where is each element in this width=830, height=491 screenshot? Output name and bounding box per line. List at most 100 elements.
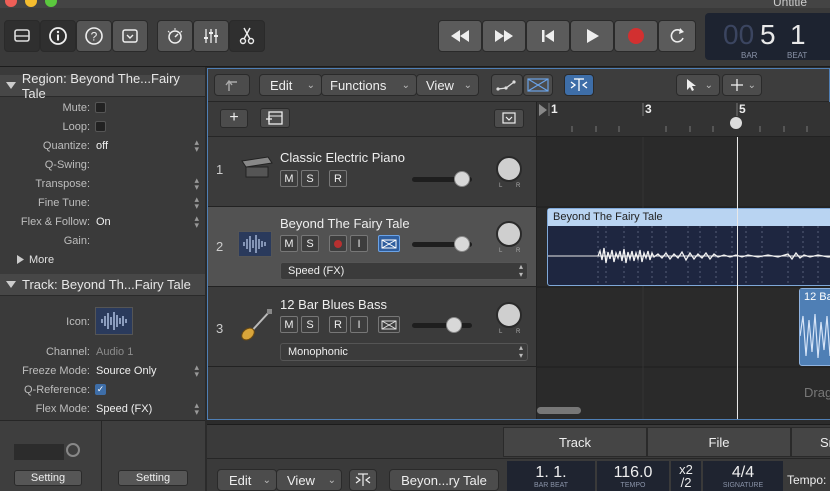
cycle-button[interactable] bbox=[658, 20, 696, 52]
qref-row[interactable]: Q-Reference: ✓ bbox=[0, 381, 205, 400]
quantize-value[interactable]: off bbox=[96, 140, 108, 152]
inspector-button[interactable] bbox=[40, 20, 76, 52]
play-button[interactable] bbox=[570, 20, 614, 52]
editor-region-name[interactable]: Beyon...ry Tale bbox=[389, 469, 499, 491]
speed-half[interactable]: /2 bbox=[681, 476, 692, 489]
qref-checkbox[interactable]: ✓ bbox=[95, 384, 106, 395]
horizontal-scrollbar[interactable] bbox=[537, 407, 581, 414]
toolbar-button[interactable] bbox=[112, 20, 148, 52]
track-header-2[interactable]: 2 Beyond The Fairy Tale M S I L R Speed … bbox=[208, 207, 536, 287]
region-inspector-header[interactable]: Region: Beyond The...Fairy Tale bbox=[0, 71, 205, 101]
track-icon-well[interactable] bbox=[95, 307, 133, 335]
editor-speed-display[interactable]: x2 /2 bbox=[671, 461, 701, 491]
volume-knob[interactable] bbox=[454, 171, 470, 187]
mute-button[interactable]: M bbox=[280, 235, 298, 252]
pan-knob[interactable] bbox=[496, 302, 522, 328]
record-enable-button[interactable]: R bbox=[329, 170, 347, 187]
track-lanes[interactable]: Beyond The Fairy Tale 12 Ba Drag bbox=[536, 137, 830, 419]
solo-button[interactable]: S bbox=[301, 170, 319, 187]
smart-controls-button[interactable] bbox=[157, 20, 193, 52]
quantize-row[interactable]: Quantize: off ▴ ▾ bbox=[0, 137, 205, 156]
flex-on-button[interactable] bbox=[378, 235, 400, 252]
input-monitor-button[interactable]: I bbox=[350, 316, 368, 333]
audio-region-fairy-tale[interactable]: Beyond The Fairy Tale bbox=[547, 208, 830, 286]
left-click-tool-menu[interactable]: ⌄ bbox=[676, 74, 720, 96]
tab-smart-tempo[interactable]: Sm bbox=[791, 427, 830, 457]
qswing-row[interactable]: Q-Swing: bbox=[0, 156, 205, 175]
track-header-1[interactable]: 1 Classic Electric Piano M S R L R bbox=[208, 137, 536, 207]
editors-button[interactable] bbox=[229, 20, 265, 52]
input-monitor-button[interactable]: I bbox=[350, 235, 368, 252]
input-selector[interactable] bbox=[14, 444, 64, 460]
fast-forward-button[interactable] bbox=[482, 20, 526, 52]
pan-knob[interactable] bbox=[496, 156, 522, 182]
mixer-button[interactable] bbox=[193, 20, 229, 52]
global-tracks-button[interactable] bbox=[260, 108, 290, 128]
volume-knob[interactable] bbox=[446, 317, 462, 333]
editor-signature-display[interactable]: 4/4 SIGNATURE bbox=[703, 461, 783, 491]
more-row[interactable]: More bbox=[0, 251, 205, 270]
quick-help-button[interactable]: ? bbox=[76, 20, 112, 52]
record-enable-button[interactable] bbox=[329, 235, 347, 252]
back-button[interactable] bbox=[214, 74, 250, 96]
playhead[interactable] bbox=[737, 137, 738, 419]
pan-knob[interactable] bbox=[496, 221, 522, 247]
record-button[interactable] bbox=[614, 20, 658, 52]
edit-menu[interactable]: Edit ⌄ bbox=[259, 74, 322, 96]
rewind-button[interactable] bbox=[438, 20, 482, 52]
hide-tracks-button[interactable] bbox=[494, 109, 524, 128]
catch-button[interactable] bbox=[564, 74, 594, 96]
editor-view-menu[interactable]: View ⌄ bbox=[276, 469, 342, 491]
solo-button[interactable]: S bbox=[301, 316, 319, 333]
volume-slider[interactable] bbox=[412, 323, 472, 328]
record-enable-button[interactable]: R bbox=[329, 316, 347, 333]
tab-track[interactable]: Track bbox=[503, 427, 647, 457]
volume-knob[interactable] bbox=[454, 236, 470, 252]
setting-button-left[interactable]: Setting bbox=[14, 470, 82, 486]
flexmode-row[interactable]: Flex Mode: Speed (FX) ▴ ▾ bbox=[0, 400, 205, 419]
flexmode-value[interactable]: Speed (FX) bbox=[96, 403, 152, 415]
solo-button[interactable]: S bbox=[301, 235, 319, 252]
editor-tempo-display[interactable]: 116.0 TEMPO bbox=[597, 461, 669, 491]
mute-button[interactable]: M bbox=[280, 170, 298, 187]
mute-button[interactable]: M bbox=[280, 316, 298, 333]
audio-region-blues-bass[interactable]: 12 Ba bbox=[799, 288, 830, 366]
go-to-beginning-button[interactable] bbox=[526, 20, 570, 52]
input-monitor-icon[interactable] bbox=[66, 443, 80, 457]
track-inspector-header[interactable]: Track: Beyond Th...Fairy Tale bbox=[0, 274, 205, 296]
automation-button[interactable] bbox=[491, 74, 523, 96]
mute-checkbox[interactable] bbox=[95, 102, 106, 113]
setting-button-right[interactable]: Setting bbox=[118, 470, 188, 486]
tab-file[interactable]: File bbox=[647, 427, 791, 457]
flex-button[interactable] bbox=[523, 74, 553, 96]
ruler[interactable]: 1 3 5 bbox=[536, 102, 830, 137]
command-click-tool-menu[interactable]: ⌄ bbox=[722, 74, 762, 96]
gain-row[interactable]: Gain: bbox=[0, 232, 205, 251]
channel-row[interactable]: Channel: Audio 1 bbox=[0, 343, 205, 362]
finetune-row[interactable]: Fine Tune: ▴ ▾ bbox=[0, 194, 205, 213]
loop-checkbox[interactable] bbox=[95, 121, 106, 132]
lcd-display[interactable]: 00 5 1 BAR BEAT bbox=[705, 13, 830, 60]
track-name[interactable]: 12 Bar Blues Bass bbox=[280, 297, 387, 312]
playhead-handle[interactable] bbox=[730, 117, 742, 129]
editor-position-display[interactable]: 1. 1. BAR BEAT bbox=[507, 461, 595, 491]
functions-menu[interactable]: Functions ⌄ bbox=[321, 74, 417, 96]
track-name[interactable]: Classic Electric Piano bbox=[280, 150, 405, 165]
view-menu[interactable]: View ⌄ bbox=[416, 74, 479, 96]
library-button[interactable] bbox=[4, 20, 40, 52]
channel-value[interactable]: Audio 1 bbox=[96, 346, 133, 358]
flex-mode-select[interactable]: Speed (FX) ▴ ▾ bbox=[280, 262, 528, 280]
freeze-value[interactable]: Source Only bbox=[96, 365, 157, 377]
editor-edit-menu[interactable]: Edit ⌄ bbox=[217, 469, 277, 491]
track-name[interactable]: Beyond The Fairy Tale bbox=[280, 216, 410, 231]
add-track-button[interactable]: + bbox=[220, 109, 248, 128]
editor-snap-button[interactable] bbox=[349, 469, 377, 491]
transpose-row[interactable]: Transpose: ▴ ▾ bbox=[0, 175, 205, 194]
track-header-3[interactable]: 3 12 Bar Blues Bass M S R I L R Monophon… bbox=[208, 287, 536, 367]
flexfollow-row[interactable]: Flex & Follow: On ▴ ▾ bbox=[0, 213, 205, 232]
flexfollow-value[interactable]: On bbox=[96, 216, 111, 228]
flex-mode-select[interactable]: Monophonic ▴ ▾ bbox=[280, 343, 528, 361]
flex-on-button[interactable] bbox=[378, 316, 400, 333]
freeze-row[interactable]: Freeze Mode: Source Only ▴ ▾ bbox=[0, 362, 205, 381]
window-title-bar bbox=[0, 0, 830, 8]
